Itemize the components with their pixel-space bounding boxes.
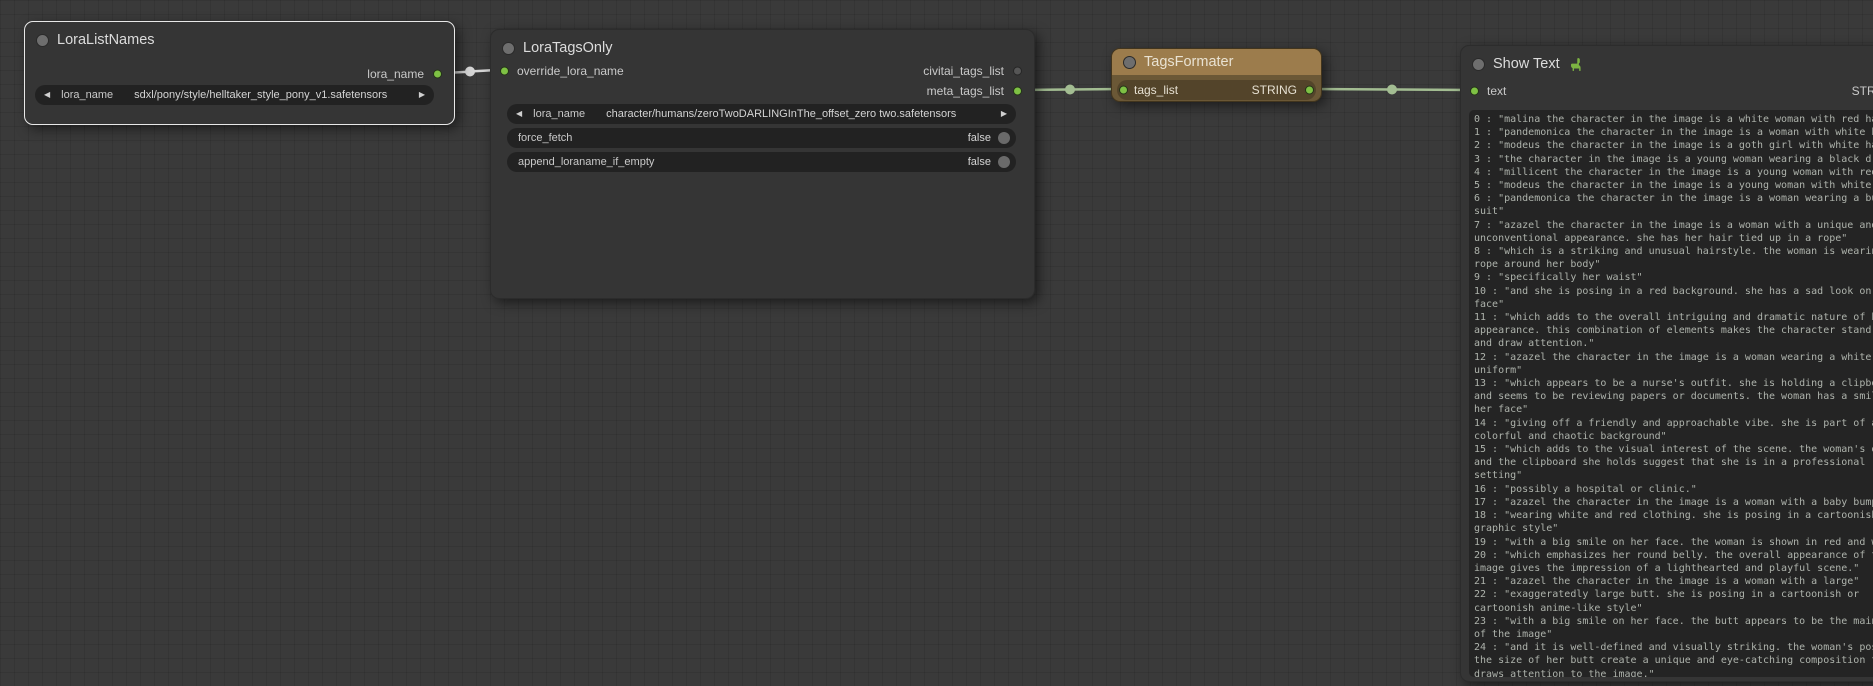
output-slot-label: STRING [1252, 83, 1297, 97]
show-text-output-lines: 0 : "malina the character in the image i… [1469, 110, 1873, 677]
input-slot-dot[interactable] [1119, 86, 1128, 95]
append-loraname-if-empty-toggle-widget[interactable]: append_loraname_if_empty false [507, 152, 1016, 172]
output-slot-label: lora_name [367, 67, 424, 81]
node-graph-canvas[interactable]: LoraListNames lora_name ◀ lora_name sdxl… [0, 0, 1873, 686]
node-title: LoraTagsOnly [523, 40, 612, 56]
lora-name-combo-widget[interactable]: ◀ lora_name sdxl/pony/style/helltaker_st… [35, 85, 434, 105]
node-header[interactable]: LoraTagsOnly [491, 35, 1034, 61]
node-header[interactable]: TagsFormater [1112, 49, 1321, 75]
node-title: TagsFormater [1144, 54, 1233, 70]
output-slot-label: meta_tags_list [927, 84, 1004, 98]
widget-value: character/humans/zeroTwoDARLINGInThe_off… [606, 108, 1001, 120]
collapse-dot-icon[interactable] [1123, 56, 1136, 69]
output-slot-label: civitai_tags_list [923, 64, 1004, 78]
node-show-text[interactable]: Show Text text STRING 0 : "malina the ch… [1460, 45, 1873, 682]
widget-label: force_fetch [518, 132, 572, 144]
node-tags-formater[interactable]: TagsFormater tags_list STRING [1111, 48, 1322, 102]
collapse-dot-icon[interactable] [502, 42, 515, 55]
node-header[interactable]: LoraListNames [25, 27, 454, 53]
llama-icon [1568, 57, 1583, 72]
slot-row: tags_list STRING [1117, 80, 1316, 100]
widget-label: lora_name [61, 89, 113, 101]
show-text-output-area[interactable]: 0 : "malina the character in the image i… [1469, 110, 1873, 677]
link-midpoint-dot [1387, 85, 1397, 95]
output-slot-dot[interactable] [433, 70, 442, 79]
lora-name-combo-widget[interactable]: ◀ lora_name character/humans/zeroTwoDARL… [507, 104, 1016, 124]
widget-label: lora_name [533, 108, 585, 120]
input-slot-dot[interactable] [1470, 87, 1479, 96]
toggle-knob[interactable] [998, 156, 1010, 168]
input-slot-label: text [1487, 84, 1506, 98]
combo-left-arrow-icon[interactable]: ◀ [44, 91, 50, 99]
combo-left-arrow-icon[interactable]: ◀ [516, 110, 522, 118]
widget-label: append_loraname_if_empty [518, 156, 654, 168]
output-slot-dot[interactable] [1013, 87, 1022, 96]
widget-value: false [968, 156, 991, 168]
node-header[interactable]: Show Text [1461, 51, 1873, 77]
input-slot-label: override_lora_name [517, 64, 624, 78]
node-title: LoraListNames [57, 32, 155, 48]
input-slot-label: tags_list [1134, 83, 1178, 97]
force-fetch-toggle-widget[interactable]: force_fetch false [507, 128, 1016, 148]
node-lora-list-names[interactable]: LoraListNames lora_name ◀ lora_name sdxl… [24, 21, 455, 125]
node-title: Show Text [1493, 56, 1560, 72]
toggle-knob[interactable] [998, 132, 1010, 144]
output-slot-dot[interactable] [1305, 86, 1314, 95]
output-slot-dot[interactable] [1013, 67, 1022, 76]
combo-right-arrow-icon[interactable]: ▶ [1001, 110, 1007, 118]
widget-value: sdxl/pony/style/helltaker_style_pony_v1.… [134, 89, 419, 101]
node-lora-tags-only[interactable]: LoraTagsOnly override_lora_name civitai_… [490, 29, 1035, 299]
input-slot-dot[interactable] [500, 67, 509, 76]
link-midpoint-dot [465, 67, 475, 77]
combo-right-arrow-icon[interactable]: ▶ [419, 91, 425, 99]
collapse-dot-icon[interactable] [1472, 58, 1485, 71]
link-midpoint-dot [1065, 85, 1075, 95]
collapse-dot-icon[interactable] [36, 34, 49, 47]
widget-value: false [968, 132, 991, 144]
output-slot-label: STRING [1852, 84, 1873, 98]
